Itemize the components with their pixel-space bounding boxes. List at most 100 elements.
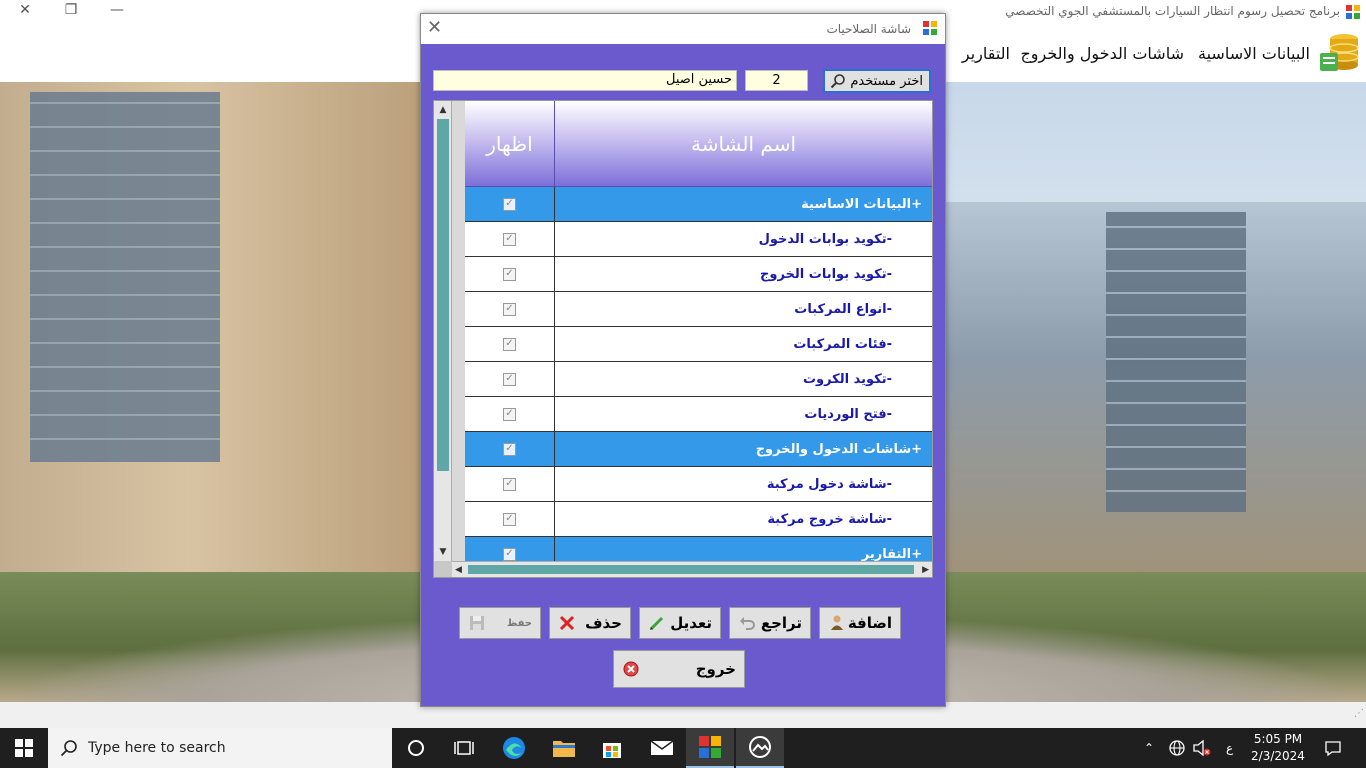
edit-button[interactable]: تعديل: [639, 607, 721, 639]
show-cell: ✓: [465, 467, 555, 501]
clock-date: 2/3/2024: [1251, 749, 1305, 763]
show-cell: ✓: [465, 432, 555, 466]
show-cell: ✓: [465, 362, 555, 396]
pencil-icon: [649, 616, 664, 631]
save-button-label: حفظ: [506, 617, 532, 629]
show-checkbox[interactable]: ✓: [503, 547, 516, 561]
show-checkbox[interactable]: ✓: [503, 512, 516, 526]
show-hidden-icons-icon[interactable]: ⌃: [1144, 728, 1154, 768]
table-row[interactable]: ✓ -انواع المركبات: [465, 292, 932, 327]
dialog-icon: [923, 21, 937, 35]
screen-name-cell: -انواع المركبات: [794, 301, 892, 317]
scroll-left-icon[interactable]: ◀: [455, 562, 462, 577]
table-row[interactable]: ✓ -تكويد بوابات الدخول: [465, 222, 932, 257]
menu-item-entry-exit[interactable]: شاشات الدخول والخروج: [1020, 44, 1184, 63]
start-button[interactable]: [0, 728, 48, 768]
task-view-icon[interactable]: [440, 728, 488, 768]
horizontal-scroll-thumb[interactable]: [468, 565, 914, 574]
taskbar-clock[interactable]: 5:05 PM 2/3/2024: [1248, 731, 1308, 765]
network-globe-icon[interactable]: [1168, 728, 1186, 768]
cortana-icon[interactable]: [392, 728, 440, 768]
resize-grip-icon[interactable]: ⋰: [1354, 708, 1364, 719]
show-checkbox[interactable]: ✓: [503, 197, 516, 211]
show-cell: ✓: [465, 327, 555, 361]
search-placeholder: Type here to search: [88, 740, 226, 756]
user-name-field[interactable]: حسين اصيل: [433, 70, 737, 91]
scroll-down-icon[interactable]: ▼: [436, 545, 450, 559]
restore-window-button[interactable]: ❐: [48, 0, 94, 22]
notifications-icon[interactable]: [1324, 728, 1342, 768]
column-header-screen-name[interactable]: اسم الشاشة: [555, 101, 932, 186]
undo-button[interactable]: تراجع: [729, 607, 811, 639]
table-row[interactable]: ✓ -فئات المركبات: [465, 327, 932, 362]
table-row[interactable]: ✓ -تكويد الكروت: [465, 362, 932, 397]
app-icon: [1346, 5, 1360, 19]
screen-name-cell: -تكويد بوابات الخروج: [760, 266, 892, 282]
horizontal-scrollbar[interactable]: ◀ ▶: [452, 561, 932, 577]
show-checkbox[interactable]: ✓: [503, 477, 516, 491]
dialog-close-button[interactable]: ✕: [427, 18, 442, 38]
exit-icon: [623, 661, 639, 677]
show-checkbox[interactable]: ✓: [503, 442, 516, 456]
table-row[interactable]: ✓ -شاشة خروج مركبة: [465, 502, 932, 537]
add-button[interactable]: اضافة: [819, 607, 901, 639]
save-icon: [470, 616, 484, 630]
user-add-icon: [831, 615, 843, 630]
screen-name-cell: -شاشة خروج مركبة: [767, 511, 892, 527]
select-user-button[interactable]: اختر مستخدم: [823, 69, 931, 93]
store-icon[interactable]: [588, 728, 636, 768]
edge-browser-icon[interactable]: [490, 728, 538, 768]
show-cell: ✓: [465, 502, 555, 536]
file-explorer-icon[interactable]: [540, 728, 588, 768]
exit-button[interactable]: خروج: [613, 650, 745, 688]
table-row[interactable]: ✓ -تكويد بوابات الخروج: [465, 257, 932, 292]
table-row[interactable]: ✓ -فتح الورديات: [465, 397, 932, 432]
scroll-up-icon[interactable]: ▲: [436, 103, 450, 117]
table-row[interactable]: ✓ +شاشات الدخول والخروج: [465, 432, 932, 467]
screen-name-cell: +البيانات الاساسية: [801, 196, 922, 212]
vertical-scrollbar[interactable]: ▲ ▼: [434, 101, 452, 561]
show-checkbox[interactable]: ✓: [503, 372, 516, 386]
app-window: ✕ ❐ — برنامج تحصيل رسوم انتظار السيارات …: [0, 0, 1366, 728]
menu-item-reports[interactable]: التقارير: [962, 44, 1010, 63]
delete-button[interactable]: حذف: [549, 607, 631, 639]
table-row[interactable]: ✓ +البيانات الاساسية: [465, 187, 932, 222]
undo-icon: [740, 617, 755, 630]
table-row[interactable]: ✓ -شاشة دخول مركبة: [465, 467, 932, 502]
scroll-right-icon[interactable]: ▶: [922, 562, 929, 577]
screen-name-cell: -شاشة دخول مركبة: [766, 476, 892, 492]
screen-name-cell: -تكويد بوابات الدخول: [758, 231, 892, 247]
clock-time: 5:05 PM: [1253, 732, 1303, 746]
menu-item-basic-data[interactable]: البيانات الاساسية: [1198, 44, 1310, 63]
vertical-scroll-thumb[interactable]: [437, 119, 449, 471]
app-taskbar-icon[interactable]: [686, 728, 734, 768]
search-icon: [60, 740, 77, 757]
show-checkbox[interactable]: ✓: [503, 407, 516, 421]
photos-app-icon[interactable]: [736, 728, 784, 768]
volume-muted-icon[interactable]: [1192, 728, 1212, 768]
taskbar: Type here to search ⌃ ع 5:05 PM 2/3/2024: [0, 728, 1366, 768]
permissions-grid[interactable]: ▲ ▼ اظهار اسم الشاشة ✓ +البيانات الاساسية…: [433, 100, 933, 578]
exit-button-label: خروج: [695, 660, 736, 678]
screen-name-cell: -فتح الورديات: [804, 406, 892, 422]
delete-button-label: حذف: [585, 614, 622, 632]
database-logo-icon: [1320, 34, 1359, 71]
select-user-label: اختر مستخدم: [850, 73, 923, 89]
save-button[interactable]: حفظ: [459, 607, 541, 639]
taskbar-search-box[interactable]: Type here to search: [48, 728, 392, 768]
screen-name-cell: +شاشات الدخول والخروج: [755, 441, 922, 457]
delete-x-icon: [559, 615, 575, 631]
permissions-table: اظهار اسم الشاشة ✓ +البيانات الاساسية ✓ -تك…: [465, 101, 932, 572]
show-cell: ✓: [465, 292, 555, 326]
show-checkbox[interactable]: ✓: [503, 267, 516, 281]
show-checkbox[interactable]: ✓: [503, 302, 516, 316]
dialog-title-bar: ✕ شاشة الصلاحيات: [421, 14, 945, 44]
column-header-show[interactable]: اظهار: [465, 101, 555, 186]
show-checkbox[interactable]: ✓: [503, 337, 516, 351]
user-id-field[interactable]: 2: [745, 70, 808, 91]
minimize-window-button[interactable]: —: [94, 0, 140, 22]
show-checkbox[interactable]: ✓: [503, 232, 516, 246]
close-window-button[interactable]: ✕: [2, 0, 48, 22]
mail-icon[interactable]: [638, 728, 686, 768]
input-language[interactable]: ع: [1226, 728, 1233, 768]
